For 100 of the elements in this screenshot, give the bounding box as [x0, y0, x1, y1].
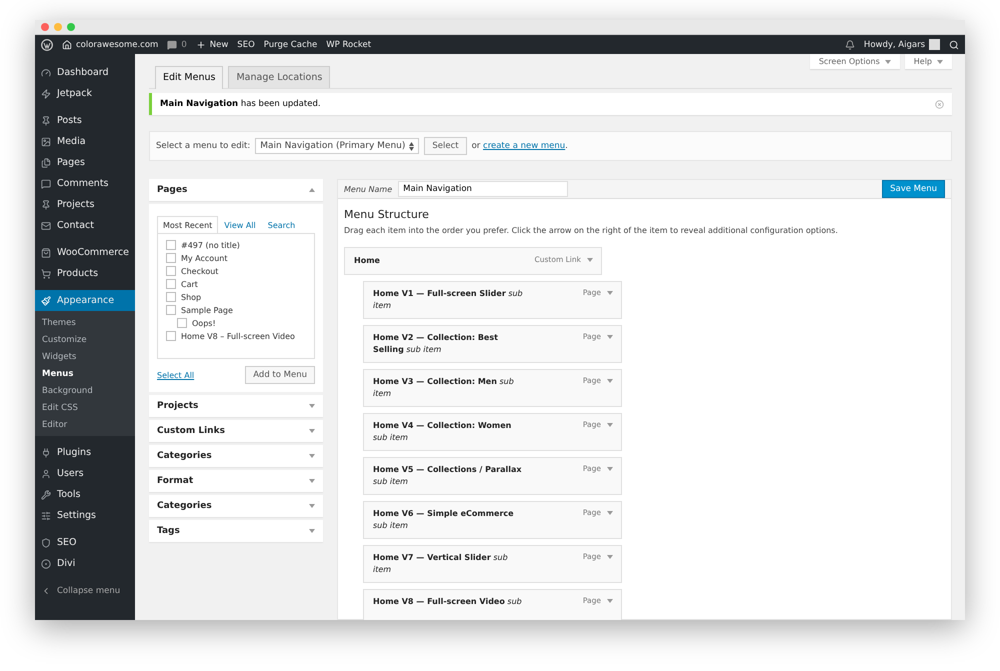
caret-icon[interactable]: [607, 334, 613, 338]
submenu-item[interactable]: Background: [35, 382, 135, 399]
close-dot-icon[interactable]: [41, 23, 49, 31]
menu-item-title: Home V6 — Simple eCommerce sub item: [373, 508, 515, 532]
wordpress-logo-icon[interactable]: [41, 38, 53, 50]
caret-icon[interactable]: [607, 378, 613, 382]
submenu-item[interactable]: Customize: [35, 331, 135, 348]
menu-icon: [41, 268, 51, 278]
checkbox[interactable]: [166, 305, 176, 315]
screen-tab[interactable]: Screen Options: [810, 54, 900, 69]
sidebar-item[interactable]: Appearance: [35, 290, 135, 311]
menu-icon: [41, 248, 51, 258]
accordion-header[interactable]: Format: [149, 470, 323, 492]
account-link[interactable]: Howdy, Aigars: [864, 39, 940, 50]
page-checkbox-row[interactable]: Oops!: [166, 318, 306, 328]
comment-icon: [167, 40, 178, 50]
menu-item-title: Home: [354, 255, 381, 267]
checkbox[interactable]: [166, 279, 176, 289]
accordion-header[interactable]: Projects: [149, 395, 323, 417]
search-icon[interactable]: [949, 40, 959, 50]
create-menu-link[interactable]: create a new menu: [483, 141, 566, 151]
page-checkbox-row[interactable]: Shop: [166, 292, 306, 302]
sidebar-item[interactable]: SEO: [35, 532, 135, 553]
menu-name-field[interactable]: Main Navigation: [398, 181, 568, 197]
tab[interactable]: Most Recent: [157, 216, 218, 234]
tab[interactable]: Manage Locations: [228, 66, 330, 88]
toolbar-link[interactable]: SEO: [237, 40, 255, 50]
select-button[interactable]: Select: [424, 137, 467, 155]
checkbox[interactable]: [166, 331, 176, 341]
menu-dropdown[interactable]: Main Navigation (Primary Menu): [255, 138, 420, 154]
page-checkbox-row[interactable]: Sample Page: [166, 305, 306, 315]
comments-link[interactable]: 0: [167, 40, 187, 50]
minimize-dot-icon[interactable]: [54, 23, 62, 31]
sidebar-item[interactable]: WooCommerce: [35, 242, 135, 263]
caret-icon[interactable]: [587, 258, 593, 262]
submenu-item[interactable]: Themes: [35, 314, 135, 331]
accordion-header[interactable]: Pages: [149, 179, 323, 201]
caret-icon[interactable]: [309, 479, 315, 483]
page-checkbox-row[interactable]: #497 (no title): [166, 240, 306, 250]
caret-icon[interactable]: [607, 466, 613, 470]
sidebar-item[interactable]: Projects: [35, 194, 135, 215]
accordion-header[interactable]: Categories: [149, 445, 323, 467]
new-link[interactable]: New: [196, 40, 228, 50]
sidebar-item[interactable]: Users: [35, 463, 135, 484]
sidebar-item[interactable]: Plugins: [35, 442, 135, 463]
sidebar-item[interactable]: Comments: [35, 173, 135, 194]
sidebar-item[interactable]: Jetpack: [35, 83, 135, 104]
submenu-item[interactable]: Menus: [35, 365, 135, 382]
maximize-dot-icon[interactable]: [67, 23, 75, 31]
page-checkbox-row[interactable]: Cart: [166, 279, 306, 289]
caret-icon[interactable]: [309, 404, 315, 408]
sidebar-item[interactable]: Settings: [35, 505, 135, 526]
caret-icon[interactable]: [309, 504, 315, 508]
caret-icon[interactable]: [884, 60, 891, 64]
checkbox[interactable]: [166, 292, 176, 302]
caret-icon[interactable]: [937, 60, 943, 64]
caret-icon[interactable]: [607, 290, 613, 294]
select-all-link[interactable]: Select All: [157, 370, 194, 380]
toolbar-link[interactable]: WP Rocket: [326, 40, 372, 50]
sidebar-item[interactable]: Contact: [35, 215, 135, 236]
sidebar-item[interactable]: Pages: [35, 152, 135, 173]
site-link[interactable]: colorawesome.com: [62, 40, 158, 50]
menu-item-title: Home V4 — Collection: Women sub item: [373, 420, 512, 444]
caret-icon[interactable]: [607, 598, 613, 602]
page-checkbox-row[interactable]: Checkout: [166, 266, 306, 276]
checkbox[interactable]: [166, 253, 176, 263]
page-checkbox-row[interactable]: My Account: [166, 253, 306, 263]
up-down-arrows-icon: [409, 142, 414, 150]
save-menu-button[interactable]: Save Menu: [882, 180, 945, 198]
accordion-header[interactable]: Tags: [149, 520, 323, 542]
collapse-menu-link[interactable]: Collapse menu: [35, 580, 135, 601]
sidebar-item[interactable]: Products: [35, 263, 135, 284]
submenu-item[interactable]: Widgets: [35, 348, 135, 365]
submenu-item[interactable]: Edit CSS: [35, 399, 135, 416]
caret-icon[interactable]: [309, 429, 315, 433]
caret-icon[interactable]: [309, 454, 315, 458]
checkbox[interactable]: [177, 318, 187, 328]
add-to-menu-button[interactable]: Add to Menu: [245, 366, 315, 384]
sidebar-item[interactable]: Divi: [35, 553, 135, 574]
caret-icon[interactable]: [607, 422, 613, 426]
sidebar-item[interactable]: Posts: [35, 110, 135, 131]
sidebar-item[interactable]: Media: [35, 131, 135, 152]
submenu-item[interactable]: Editor: [35, 416, 135, 433]
checkbox[interactable]: [166, 266, 176, 276]
caret-icon[interactable]: [607, 510, 613, 514]
dismiss-icon[interactable]: [935, 100, 944, 108]
menu-item-title: Home V1 — Full-screen Slider sub item: [373, 288, 523, 312]
sidebar-item[interactable]: Dashboard: [35, 62, 135, 83]
screen-tab[interactable]: Help: [904, 54, 952, 69]
tab[interactable]: Edit Menus: [155, 66, 224, 89]
page-checkbox-row[interactable]: Home V8 – Full-screen Video: [166, 331, 306, 341]
caret-icon[interactable]: [607, 554, 613, 558]
caret-icon[interactable]: [309, 529, 315, 533]
notification-icon[interactable]: [844, 40, 855, 50]
toolbar-link[interactable]: Purge Cache: [264, 40, 318, 50]
accordion-header[interactable]: Categories: [149, 495, 323, 517]
accordion-header[interactable]: Custom Links: [149, 420, 323, 442]
sidebar-item[interactable]: Tools: [35, 484, 135, 505]
caret-icon[interactable]: [309, 188, 315, 192]
checkbox[interactable]: [166, 240, 176, 250]
